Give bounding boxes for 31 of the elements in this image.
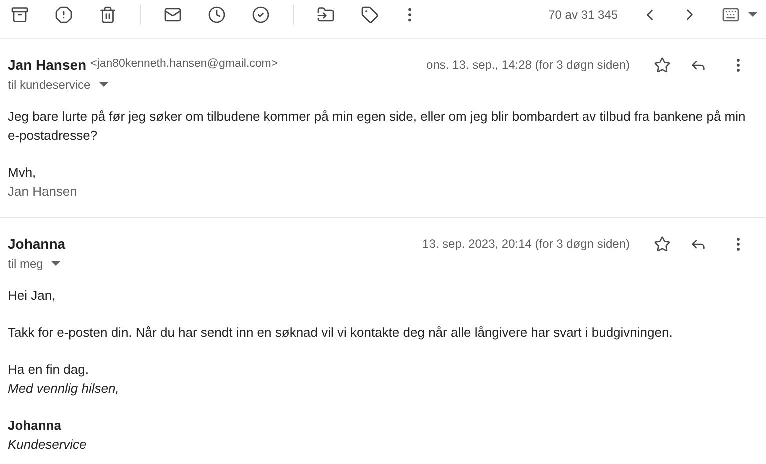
clock-icon[interactable] [208, 6, 226, 24]
archive-icon[interactable] [11, 6, 29, 24]
message-text: Hei Jan, [8, 287, 57, 305]
message-text: Takk for e-posten din. Når du har sendt inn en søknad vil vi kontakte deg når alle långivere har svart i budgivningen. [8, 324, 674, 342]
recipient-label: til meg [8, 256, 44, 273]
message-text: Jan Hansen [8, 183, 78, 201]
alert-icon[interactable] [55, 6, 73, 24]
sender-name: Johanna [8, 234, 66, 254]
star-icon[interactable] [654, 56, 670, 74]
recipient-dropdown-icon[interactable] [98, 82, 109, 88]
recipient-dropdown-icon[interactable] [51, 261, 62, 267]
sender-name: Jan Hansen [8, 56, 87, 74]
message-text: Johanna [8, 417, 62, 435]
mail-icon[interactable] [164, 6, 182, 24]
message-text: Kundeservice [8, 436, 88, 454]
recipient-label: til kundeservice [8, 77, 91, 94]
check-circle-icon[interactable] [252, 6, 270, 24]
message-date: 13. sep. 2023, 20:14 (for 3 døgn siden) [422, 236, 630, 253]
message-text: Med vennlig hilsen, [8, 380, 120, 398]
caret-icon[interactable] [748, 12, 758, 18]
sender-email: <jan80kenneth.hansen@gmail.com> [90, 57, 278, 72]
star-icon[interactable] [654, 236, 670, 252]
message-text: Mvh, [8, 164, 38, 182]
message-counter: 70 av 31 345 [548, 7, 618, 24]
folder-icon[interactable] [317, 6, 335, 24]
message-text: Jeg bare lurte på før jeg søker om tilbudene kommer på min egen side, eller om jeg blir bombardert av tilbud fra bankene på min e-postadresse? [8, 108, 747, 145]
message-text: Ha en fin dag. [8, 361, 90, 379]
message-date: ons. 13. sep., 14:28 (for 3 døgn siden) [426, 57, 630, 74]
label-icon[interactable] [361, 6, 379, 24]
keyboard-icon[interactable] [722, 6, 740, 24]
trash-icon[interactable] [99, 6, 117, 24]
